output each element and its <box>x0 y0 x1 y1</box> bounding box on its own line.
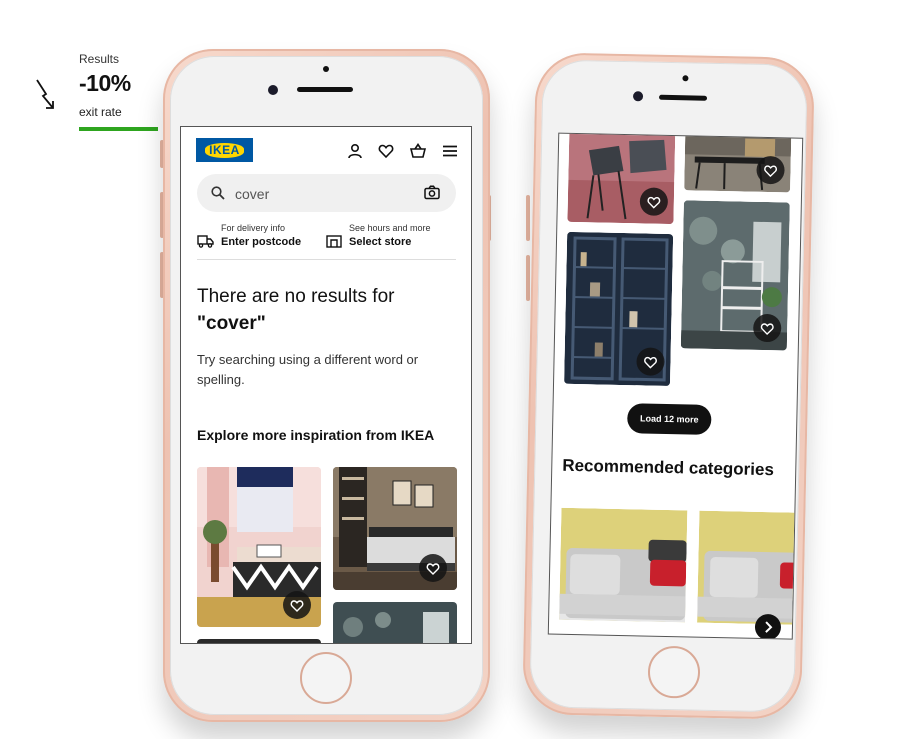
delivery-big-label: Enter postcode <box>221 236 302 248</box>
stat-sublabel: exit rate <box>79 105 122 119</box>
search-icon <box>211 186 225 200</box>
wallpaper-room-photo <box>333 602 457 643</box>
stat-label: Results <box>79 52 120 66</box>
store-small-label: See hours and more <box>349 223 431 233</box>
scrolled-results-screen: Load 12 more Recommended categories <box>547 132 804 640</box>
phone-left: IKEA cover For delivery info Enter postc… <box>163 49 490 722</box>
earpiece-speaker <box>297 87 353 92</box>
heart-icon <box>647 196 661 209</box>
inspiration-tile-shelves[interactable] <box>564 231 674 387</box>
search-results-screen: IKEA cover For delivery info Enter postc… <box>180 126 472 644</box>
save-heart-button[interactable] <box>419 554 447 582</box>
menu-icon[interactable] <box>442 143 458 159</box>
inspiration-tile-bedroom-dark[interactable] <box>333 467 457 590</box>
delivery-small-label: For delivery info <box>221 223 286 233</box>
volume-up-button <box>526 195 530 241</box>
header-divider <box>197 259 456 260</box>
volume-down-button <box>526 255 530 301</box>
inspiration-tile-chairs[interactable] <box>567 132 676 225</box>
front-sensor <box>682 75 689 82</box>
inspiration-tile-wallpaper[interactable] <box>333 602 457 643</box>
next-button[interactable] <box>754 613 782 640</box>
inspiration-tile-partial[interactable] <box>197 639 321 643</box>
logo-text: IKEA <box>205 142 244 158</box>
front-sensor <box>323 66 329 72</box>
exit-rate-stat: Results -10% exit rate <box>34 50 164 140</box>
earpiece-speaker <box>658 94 708 101</box>
stat-value: -10% <box>79 70 131 96</box>
no-results-heading: There are no results for "cover" <box>197 283 394 337</box>
chevron-right-icon <box>765 621 773 633</box>
save-heart-button[interactable] <box>283 591 311 619</box>
armchair-photo <box>559 507 688 623</box>
search-input[interactable] <box>233 183 407 205</box>
arrow-down-right-icon <box>36 79 54 109</box>
phone-right: Load 12 more Recommended categories <box>522 52 815 720</box>
no-results-query: "cover" <box>197 313 266 334</box>
load-more-button[interactable]: Load 12 more <box>627 403 712 435</box>
inspiration-tile-bedroom-pink[interactable] <box>197 467 321 627</box>
inspiration-tile-workspace[interactable] <box>680 200 790 351</box>
heart-icon <box>760 323 774 336</box>
search-tip: Try searching using a different word or … <box>197 352 419 387</box>
heart-icon <box>290 600 304 612</box>
explore-heading: Explore more inspiration from IKEA <box>197 427 435 443</box>
armchair-photo <box>697 510 800 625</box>
delivery-selector[interactable]: For delivery info Enter postcode <box>197 223 317 253</box>
recommended-categories-heading: Recommended categories <box>562 455 775 480</box>
heart-icon <box>644 356 657 369</box>
heart-icon[interactable] <box>378 143 394 159</box>
stat-underline <box>79 127 158 131</box>
truck-icon <box>197 235 214 248</box>
heart-icon <box>764 165 777 178</box>
user-icon[interactable] <box>347 143 363 159</box>
no-results-prefix: There are no results for <box>197 286 395 307</box>
search-bar[interactable] <box>197 174 456 212</box>
category-tile-armchair[interactable] <box>559 507 688 623</box>
inspiration-tile-dining[interactable] <box>684 132 792 193</box>
camera-icon[interactable] <box>424 185 440 200</box>
store-selector[interactable]: See hours and more Select store <box>326 223 456 253</box>
category-tile-armchair-2[interactable] <box>697 510 800 625</box>
front-camera <box>268 85 278 95</box>
heart-icon <box>426 563 440 575</box>
ikea-logo[interactable]: IKEA <box>196 138 253 162</box>
home-button[interactable] <box>300 652 352 704</box>
store-big-label: Select store <box>349 236 412 248</box>
basket-icon[interactable] <box>410 143 426 159</box>
store-icon <box>326 235 342 248</box>
